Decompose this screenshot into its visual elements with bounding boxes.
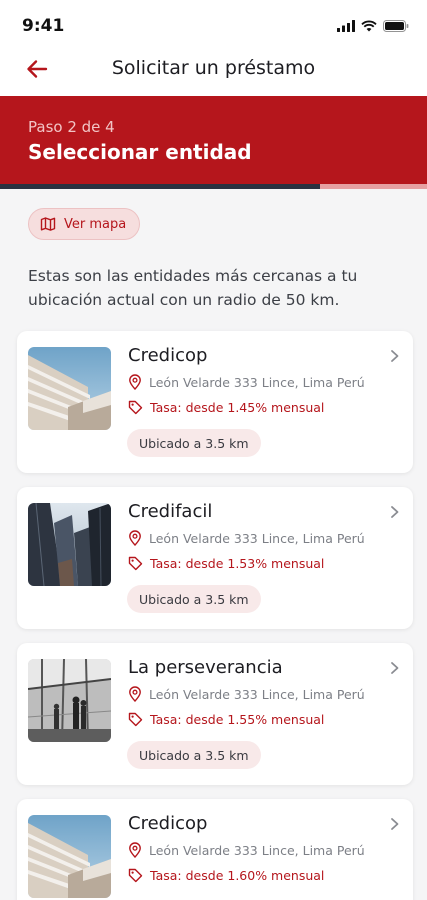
progress-fill <box>0 184 321 189</box>
tag-icon <box>128 400 143 415</box>
battery-icon <box>383 20 409 32</box>
entity-photo <box>28 815 111 898</box>
entity-card[interactable]: Credicop León Velarde 333 Lince, Lima Pe… <box>17 331 413 473</box>
entity-rate-row: Tasa: desde 1.53% mensual <box>128 556 324 571</box>
rate-value: desde 1.45% mensual <box>185 400 325 415</box>
map-icon <box>40 217 56 231</box>
step-title: Seleccionar entidad <box>28 140 252 164</box>
status-time: 9:41 <box>22 16 65 36</box>
rate-label: Tasa: <box>150 556 182 571</box>
entity-address: León Velarde 333 Lince, Lima Perú <box>149 686 365 702</box>
progress-bar <box>0 184 427 189</box>
status-icons <box>337 19 409 33</box>
tag-icon <box>128 712 143 727</box>
wifi-icon <box>361 20 377 32</box>
entity-card[interactable]: Credicop León Velarde 333 Lince, Lima Pe… <box>17 799 413 900</box>
rate-label: Tasa: <box>150 400 182 415</box>
location-pin-icon <box>129 686 141 702</box>
tag-icon <box>128 556 143 571</box>
entity-photo <box>28 659 111 742</box>
entity-card[interactable]: Credifacil León Velarde 333 Lince, Lima … <box>17 487 413 629</box>
distance-badge: Ubicado a 3.5 km <box>127 741 261 769</box>
entity-card[interactable]: La perseverancia León Velarde 333 Lince,… <box>17 643 413 785</box>
entity-name: Credicop <box>128 345 208 366</box>
rate-label: Tasa: <box>150 712 182 727</box>
entity-address-row: León Velarde 333 Lince, Lima Perú <box>128 374 365 390</box>
distance-badge: Ubicado a 3.5 km <box>127 429 261 457</box>
chevron-right-icon[interactable] <box>389 661 401 675</box>
view-map-button[interactable]: Ver mapa <box>28 208 140 240</box>
entity-address: León Velarde 333 Lince, Lima Perú <box>149 374 365 390</box>
entity-name: La perseverancia <box>128 657 283 678</box>
entity-address: León Velarde 333 Lince, Lima Perú <box>149 530 365 546</box>
entity-photo <box>28 503 111 586</box>
step-label: Paso 2 de 4 <box>28 118 115 136</box>
rate-value: desde 1.55% mensual <box>185 712 325 727</box>
location-pin-icon <box>129 842 141 858</box>
tag-icon <box>128 868 143 883</box>
rate-value: desde 1.53% mensual <box>185 556 325 571</box>
chevron-right-icon[interactable] <box>389 817 401 831</box>
rate-label: Tasa: <box>150 868 182 883</box>
view-map-label: Ver mapa <box>64 216 127 232</box>
entity-address-row: León Velarde 333 Lince, Lima Perú <box>128 686 365 702</box>
distance-badge: Ubicado a 3.5 km <box>127 585 261 613</box>
entity-name: Credifacil <box>128 501 213 522</box>
location-pin-icon <box>129 374 141 390</box>
page-title: Solicitar un préstamo <box>111 57 316 79</box>
intro-text: Estas son las entidades más cercanas a t… <box>28 267 358 309</box>
rate-value: desde 1.60% mensual <box>185 868 325 883</box>
entity-address-row: León Velarde 333 Lince, Lima Perú <box>128 530 365 546</box>
entity-photo <box>28 347 111 430</box>
signal-icon <box>337 20 355 32</box>
entity-rate-row: Tasa: desde 1.55% mensual <box>128 712 324 727</box>
entity-address: León Velarde 333 Lince, Lima Perú <box>149 842 365 858</box>
chevron-right-icon[interactable] <box>389 349 401 363</box>
entity-rate-row: Tasa: desde 1.45% mensual <box>128 400 324 415</box>
location-pin-icon <box>129 530 141 546</box>
step-banner: Paso 2 de 4 Seleccionar entidad <box>0 96 427 184</box>
entity-rate-row: Tasa: desde 1.60% mensual <box>128 868 324 883</box>
chevron-right-icon[interactable] <box>389 505 401 519</box>
app-header: Solicitar un préstamo <box>0 40 427 96</box>
entity-address-row: León Velarde 333 Lince, Lima Perú <box>128 842 365 858</box>
entity-name: Credicop <box>128 813 208 834</box>
